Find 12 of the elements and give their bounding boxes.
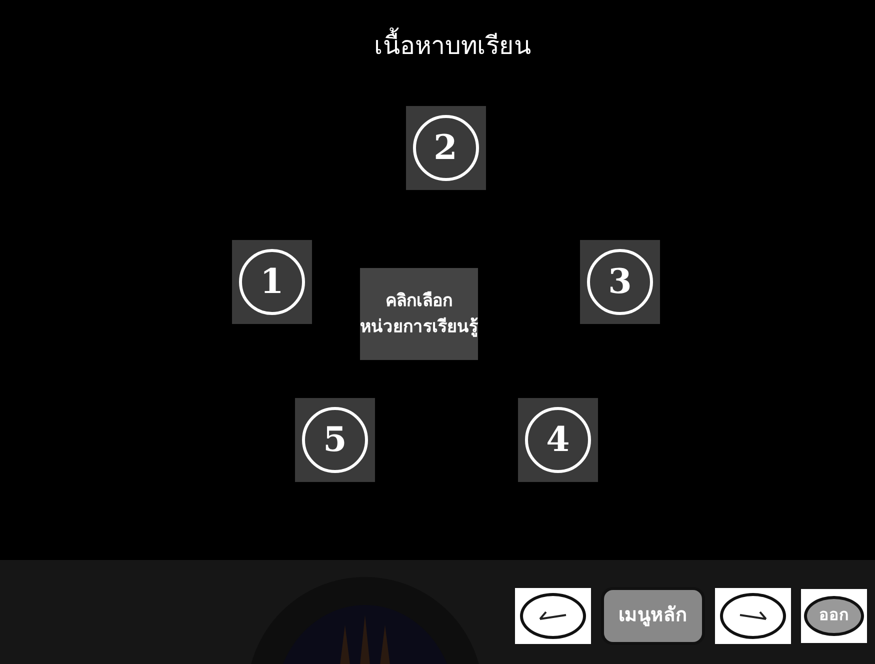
unit-button[interactable]: 3	[580, 240, 660, 324]
main-menu-button[interactable]: เมนูหลัก	[601, 587, 705, 645]
unit-button[interactable]: 2	[406, 106, 486, 190]
right-arrow-icon	[738, 609, 768, 623]
back-button[interactable]	[515, 588, 591, 644]
unit-button[interactable]: 1	[232, 240, 312, 324]
lesson-title: เนื้อหาบทเรียน	[374, 28, 531, 66]
unit-button[interactable]: 4	[518, 398, 598, 482]
left-arrow-icon	[538, 609, 568, 623]
unit-button[interactable]: 5	[295, 398, 375, 482]
prompt-label: คลิกเลือก หน่วยการเรียนรู้	[360, 268, 478, 360]
forward-button[interactable]	[715, 588, 791, 644]
